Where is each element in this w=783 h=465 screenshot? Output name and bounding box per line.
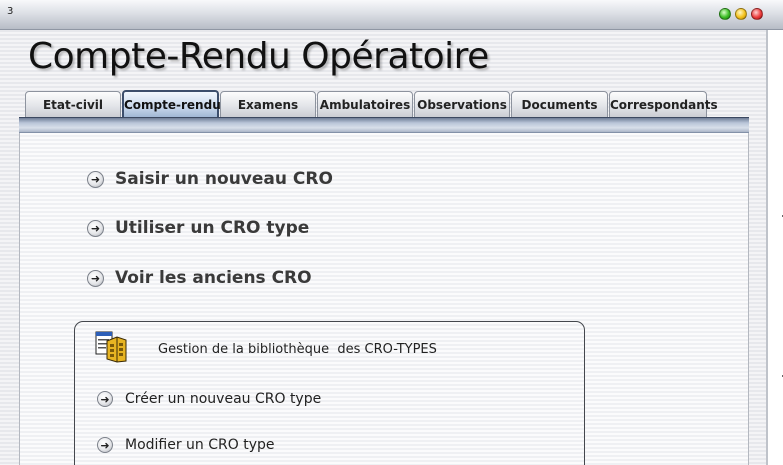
window-titlebar[interactable]: 3 xyxy=(0,0,783,30)
library-title: Gestion de la bibliothèque des CRO-TYPES xyxy=(158,342,437,357)
view-old-cro-action[interactable]: ➜ Voir les anciens CRO xyxy=(87,268,312,288)
zoom-button[interactable] xyxy=(719,8,731,20)
tab-documents[interactable]: Documents xyxy=(511,91,608,117)
arrow-right-icon[interactable]: ➜ xyxy=(87,219,104,237)
create-cro-type-label[interactable]: Créer un nouveau CRO type xyxy=(125,391,321,407)
modify-cro-type-action[interactable]: ➜ Modifier un CRO type xyxy=(97,437,275,453)
close-button[interactable] xyxy=(751,8,763,20)
modify-cro-type-label[interactable]: Modifier un CRO type xyxy=(125,437,275,453)
tab-compte-rendu[interactable]: Compte-rendu xyxy=(122,90,221,118)
tab-etat-civil[interactable]: Etat-civil xyxy=(25,91,121,117)
create-cro-type-action[interactable]: ➜ Créer un nouveau CRO type xyxy=(97,391,321,407)
tab-observations[interactable]: Observations xyxy=(414,91,510,117)
tab-underline-strip xyxy=(19,117,749,133)
arrow-right-icon[interactable]: ➜ xyxy=(97,437,113,453)
folder-document-icon xyxy=(95,331,127,363)
window-number: 3 xyxy=(7,6,14,17)
use-cro-type-action[interactable]: ➜ Utiliser un CRO type xyxy=(87,218,309,238)
tab-correspondants[interactable]: Correspondants xyxy=(609,91,718,117)
tab-ambulatoires[interactable]: Ambulatoires xyxy=(317,91,413,117)
new-cro-action[interactable]: ➜ Saisir un nouveau CRO xyxy=(87,169,333,189)
new-cro-label[interactable]: Saisir un nouveau CRO xyxy=(115,169,333,189)
arrow-right-icon[interactable]: ➜ xyxy=(97,391,113,407)
arrow-right-icon[interactable]: ➜ xyxy=(87,170,104,188)
tab-examens[interactable]: Examens xyxy=(220,91,316,117)
view-old-cro-label[interactable]: Voir les anciens CRO xyxy=(115,268,312,288)
arrow-right-icon[interactable]: ➜ xyxy=(87,269,104,287)
minimize-button[interactable] xyxy=(735,8,747,20)
use-cro-type-label[interactable]: Utiliser un CRO type xyxy=(115,218,309,238)
page-title: Compte-Rendu Opératoire xyxy=(28,36,489,77)
background-window-edge xyxy=(766,30,783,465)
